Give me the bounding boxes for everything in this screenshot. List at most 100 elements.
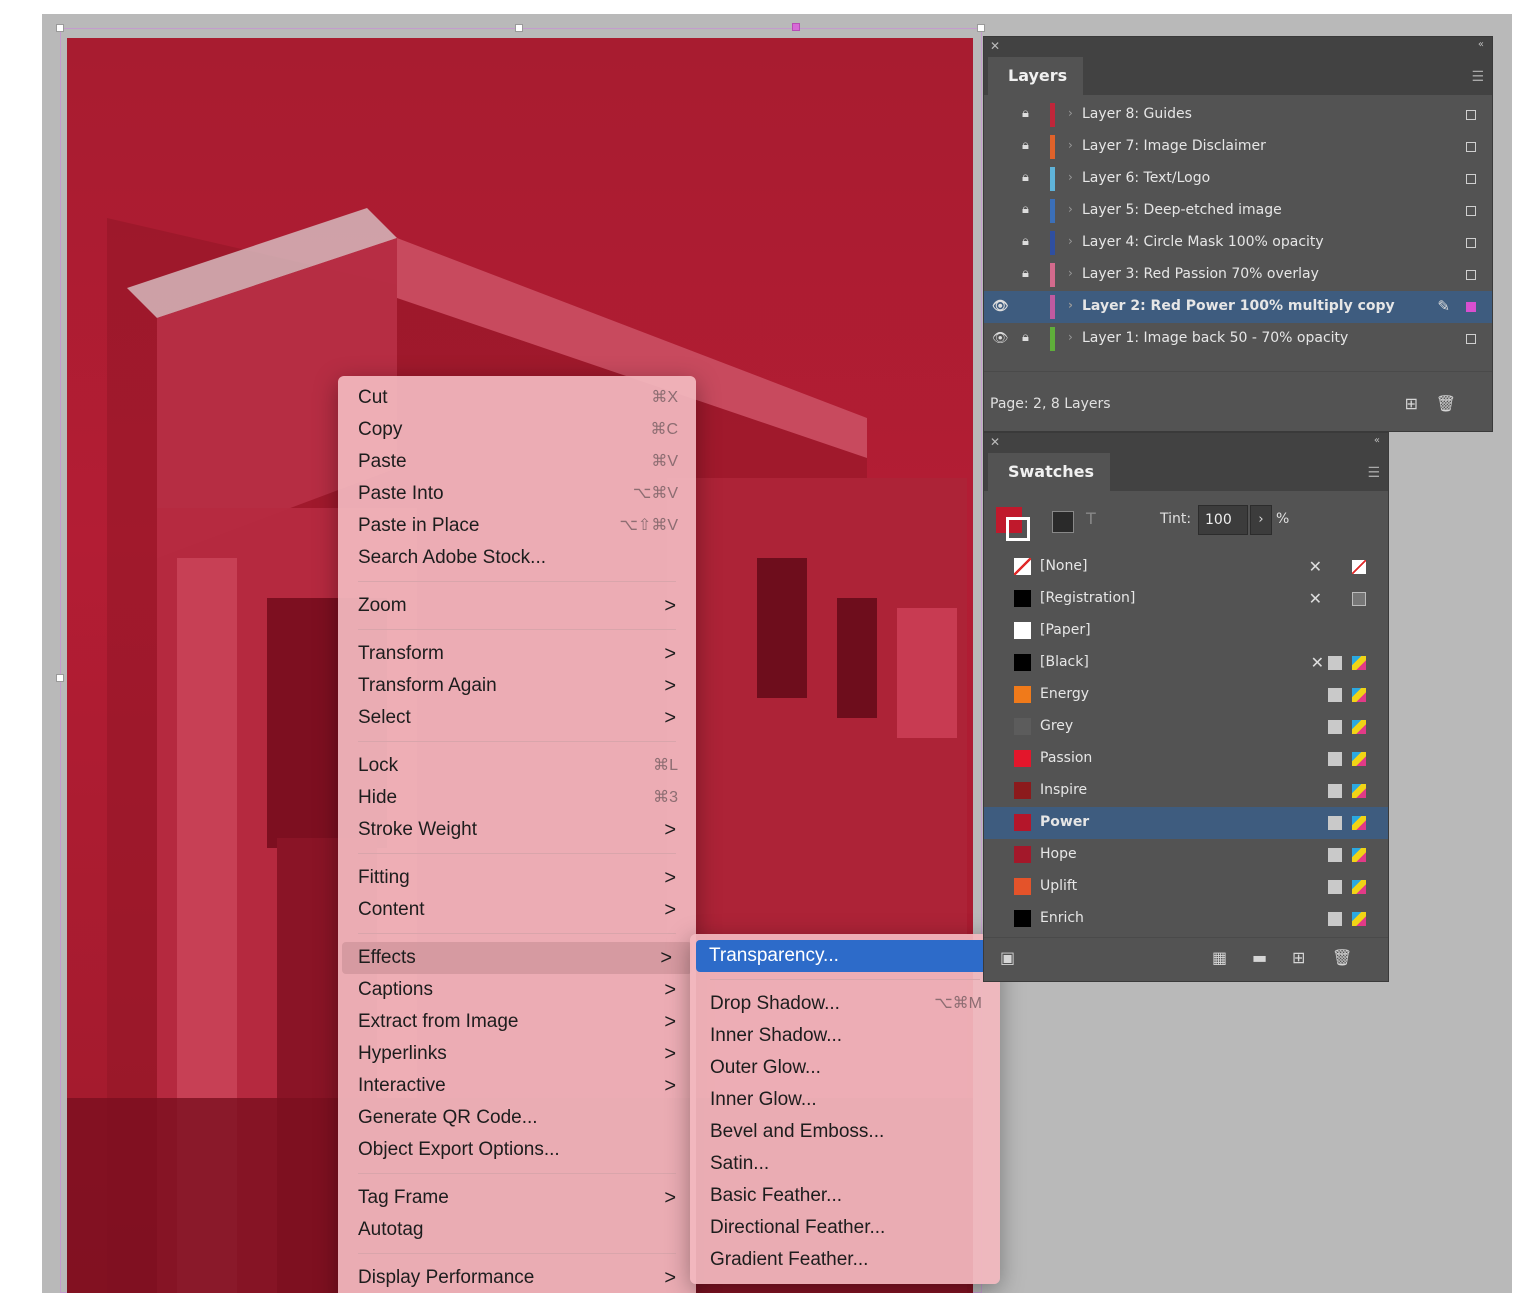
layer-target-icon[interactable] <box>1466 142 1476 152</box>
menu-item-transform-again[interactable]: Transform Again > <box>338 670 696 702</box>
show-all-swatches-icon[interactable]: ▣ <box>1000 948 1015 967</box>
menu-item-paste-in-place[interactable]: Paste in Place ⌥⇧⌘V <box>338 510 696 542</box>
menu-item-select[interactable]: Select > <box>338 702 696 734</box>
expand-triangle-icon[interactable]: › <box>1068 106 1073 120</box>
layer-row[interactable]: 👁︎ 🔒︎ › Layer 1: Image back 50 - 70% opa… <box>984 323 1492 355</box>
submenu-item-basic-feather[interactable]: Basic Feather... <box>690 1180 1000 1212</box>
lock-icon[interactable]: 🔒︎ <box>1022 266 1029 281</box>
menu-item-captions[interactable]: Captions > <box>338 974 696 1006</box>
collapse-icon[interactable]: « <box>1478 39 1484 50</box>
new-swatch-icon[interactable]: ⊞ <box>1292 948 1305 967</box>
layer-row[interactable]: 🔒︎ › Layer 8: Guides <box>984 99 1492 131</box>
trash-icon[interactable]: 🗑︎ <box>1332 948 1352 967</box>
swatch-views-icon[interactable]: ▦ <box>1212 948 1227 967</box>
container-icon[interactable] <box>1052 511 1074 533</box>
frame-center-handle[interactable] <box>792 23 800 31</box>
layer-target-icon[interactable] <box>1466 238 1476 248</box>
swatch-row[interactable]: Passion <box>984 743 1388 775</box>
text-icon[interactable]: T <box>1086 509 1096 528</box>
frame-handle[interactable] <box>515 24 523 32</box>
swatch-row[interactable]: [None] ✕ <box>984 551 1388 583</box>
layer-row-selected[interactable]: 👁︎ › Layer 2: Red Power 100% multiply co… <box>984 291 1492 323</box>
layer-target-icon[interactable] <box>1466 334 1476 344</box>
menu-item-display-performance[interactable]: Display Performance > <box>338 1262 696 1293</box>
menu-item-interactive[interactable]: Interactive > <box>338 1070 696 1102</box>
expand-triangle-icon[interactable]: › <box>1068 298 1073 312</box>
panel-menu-icon[interactable]: ☰ <box>1367 465 1380 481</box>
menu-item-lock[interactable]: Lock ⌘L <box>338 750 696 782</box>
lock-icon[interactable]: 🔒︎ <box>1022 170 1029 185</box>
layer-target-icon[interactable] <box>1466 110 1476 120</box>
submenu-item-bevel-and-emboss[interactable]: Bevel and Emboss... <box>690 1116 1000 1148</box>
layer-row[interactable]: 🔒︎ › Layer 4: Circle Mask 100% opacity <box>984 227 1492 259</box>
tint-slider-arrow-icon[interactable]: › <box>1250 505 1272 535</box>
menu-item-copy[interactable]: Copy ⌘C <box>338 414 696 446</box>
menu-item-hyperlinks[interactable]: Hyperlinks > <box>338 1038 696 1070</box>
lock-icon[interactable]: 🔒︎ <box>1022 138 1029 153</box>
swatch-row[interactable]: Uplift <box>984 871 1388 903</box>
trash-icon[interactable]: 🗑︎ <box>1436 394 1456 413</box>
menu-item-search-adobe-stock[interactable]: Search Adobe Stock... <box>338 542 696 574</box>
layer-target-icon[interactable] <box>1466 302 1476 312</box>
menu-item-effects[interactable]: Effects > <box>342 942 692 974</box>
new-layer-icon[interactable]: ⊞ <box>1405 394 1418 413</box>
menu-item-paste-into[interactable]: Paste Into ⌥⌘V <box>338 478 696 510</box>
menu-item-zoom[interactable]: Zoom > <box>338 590 696 622</box>
lock-icon[interactable]: 🔒︎ <box>1022 202 1029 217</box>
lock-icon[interactable]: 🔒︎ <box>1022 106 1029 121</box>
swatch-row[interactable]: Grey <box>984 711 1388 743</box>
frame-handle[interactable] <box>56 24 64 32</box>
submenu-item-satin[interactable]: Satin... <box>690 1148 1000 1180</box>
close-icon[interactable]: ✕ <box>990 39 1000 53</box>
swatch-row[interactable]: Hope <box>984 839 1388 871</box>
menu-item-paste[interactable]: Paste ⌘V <box>338 446 696 478</box>
swatch-row[interactable]: Energy <box>984 679 1388 711</box>
stroke-swatch-icon[interactable] <box>1006 517 1030 541</box>
layer-row[interactable]: 🔒︎ › Layer 3: Red Passion 70% overlay <box>984 259 1492 291</box>
frame-handle[interactable] <box>56 674 64 682</box>
panel-titlebar[interactable]: ✕ « <box>984 37 1492 57</box>
tint-input[interactable]: 100 <box>1198 505 1248 535</box>
layer-target-icon[interactable] <box>1466 206 1476 216</box>
frame-handle[interactable] <box>977 24 985 32</box>
submenu-item-gradient-feather[interactable]: Gradient Feather... <box>690 1244 1000 1276</box>
expand-triangle-icon[interactable]: › <box>1068 170 1073 184</box>
submenu-item-drop-shadow[interactable]: Drop Shadow... ⌥⌘M <box>690 988 1000 1020</box>
swatch-row[interactable]: Enrich <box>984 903 1388 935</box>
eye-icon[interactable]: 👁︎ <box>992 299 1009 314</box>
panel-menu-icon[interactable]: ☰ <box>1471 69 1484 85</box>
layer-target-icon[interactable] <box>1466 270 1476 280</box>
layer-row[interactable]: 🔒︎ › Layer 5: Deep-etched image <box>984 195 1492 227</box>
menu-item-fitting[interactable]: Fitting > <box>338 862 696 894</box>
menu-item-stroke-weight[interactable]: Stroke Weight > <box>338 814 696 846</box>
close-icon[interactable]: ✕ <box>990 435 1000 449</box>
menu-item-hide[interactable]: Hide ⌘3 <box>338 782 696 814</box>
swatch-row[interactable]: [Paper] <box>984 615 1388 647</box>
submenu-item-outer-glow[interactable]: Outer Glow... <box>690 1052 1000 1084</box>
submenu-item-directional-feather[interactable]: Directional Feather... <box>690 1212 1000 1244</box>
expand-triangle-icon[interactable]: › <box>1068 138 1073 152</box>
menu-item-tag-frame[interactable]: Tag Frame > <box>338 1182 696 1214</box>
menu-item-transform[interactable]: Transform > <box>338 638 696 670</box>
tab-swatches[interactable]: Swatches <box>988 453 1110 491</box>
swatch-row[interactable]: [Black] ✕ <box>984 647 1388 679</box>
eye-icon[interactable]: 👁︎ <box>992 331 1009 346</box>
collapse-icon[interactable]: « <box>1374 435 1380 446</box>
menu-item-object-export-options[interactable]: Object Export Options... <box>338 1134 696 1166</box>
expand-triangle-icon[interactable]: › <box>1068 202 1073 216</box>
expand-triangle-icon[interactable]: › <box>1068 234 1073 248</box>
submenu-item-transparency[interactable]: Transparency... <box>696 940 994 972</box>
swatch-row[interactable]: Inspire <box>984 775 1388 807</box>
menu-item-extract-from-image[interactable]: Extract from Image > <box>338 1006 696 1038</box>
layer-row[interactable]: 🔒︎ › Layer 7: Image Disclaimer <box>984 131 1492 163</box>
swatch-row[interactable]: [Registration] ✕ <box>984 583 1388 615</box>
lock-icon[interactable]: 🔒︎ <box>1022 330 1029 345</box>
lock-icon[interactable]: 🔒︎ <box>1022 234 1029 249</box>
swatch-row-selected[interactable]: Power <box>984 807 1388 839</box>
expand-triangle-icon[interactable]: › <box>1068 266 1073 280</box>
menu-item-content[interactable]: Content > <box>338 894 696 926</box>
submenu-item-inner-shadow[interactable]: Inner Shadow... <box>690 1020 1000 1052</box>
submenu-item-inner-glow[interactable]: Inner Glow... <box>690 1084 1000 1116</box>
menu-item-generate-qr-code[interactable]: Generate QR Code... <box>338 1102 696 1134</box>
folder-icon[interactable]: ▬ <box>1252 948 1267 967</box>
